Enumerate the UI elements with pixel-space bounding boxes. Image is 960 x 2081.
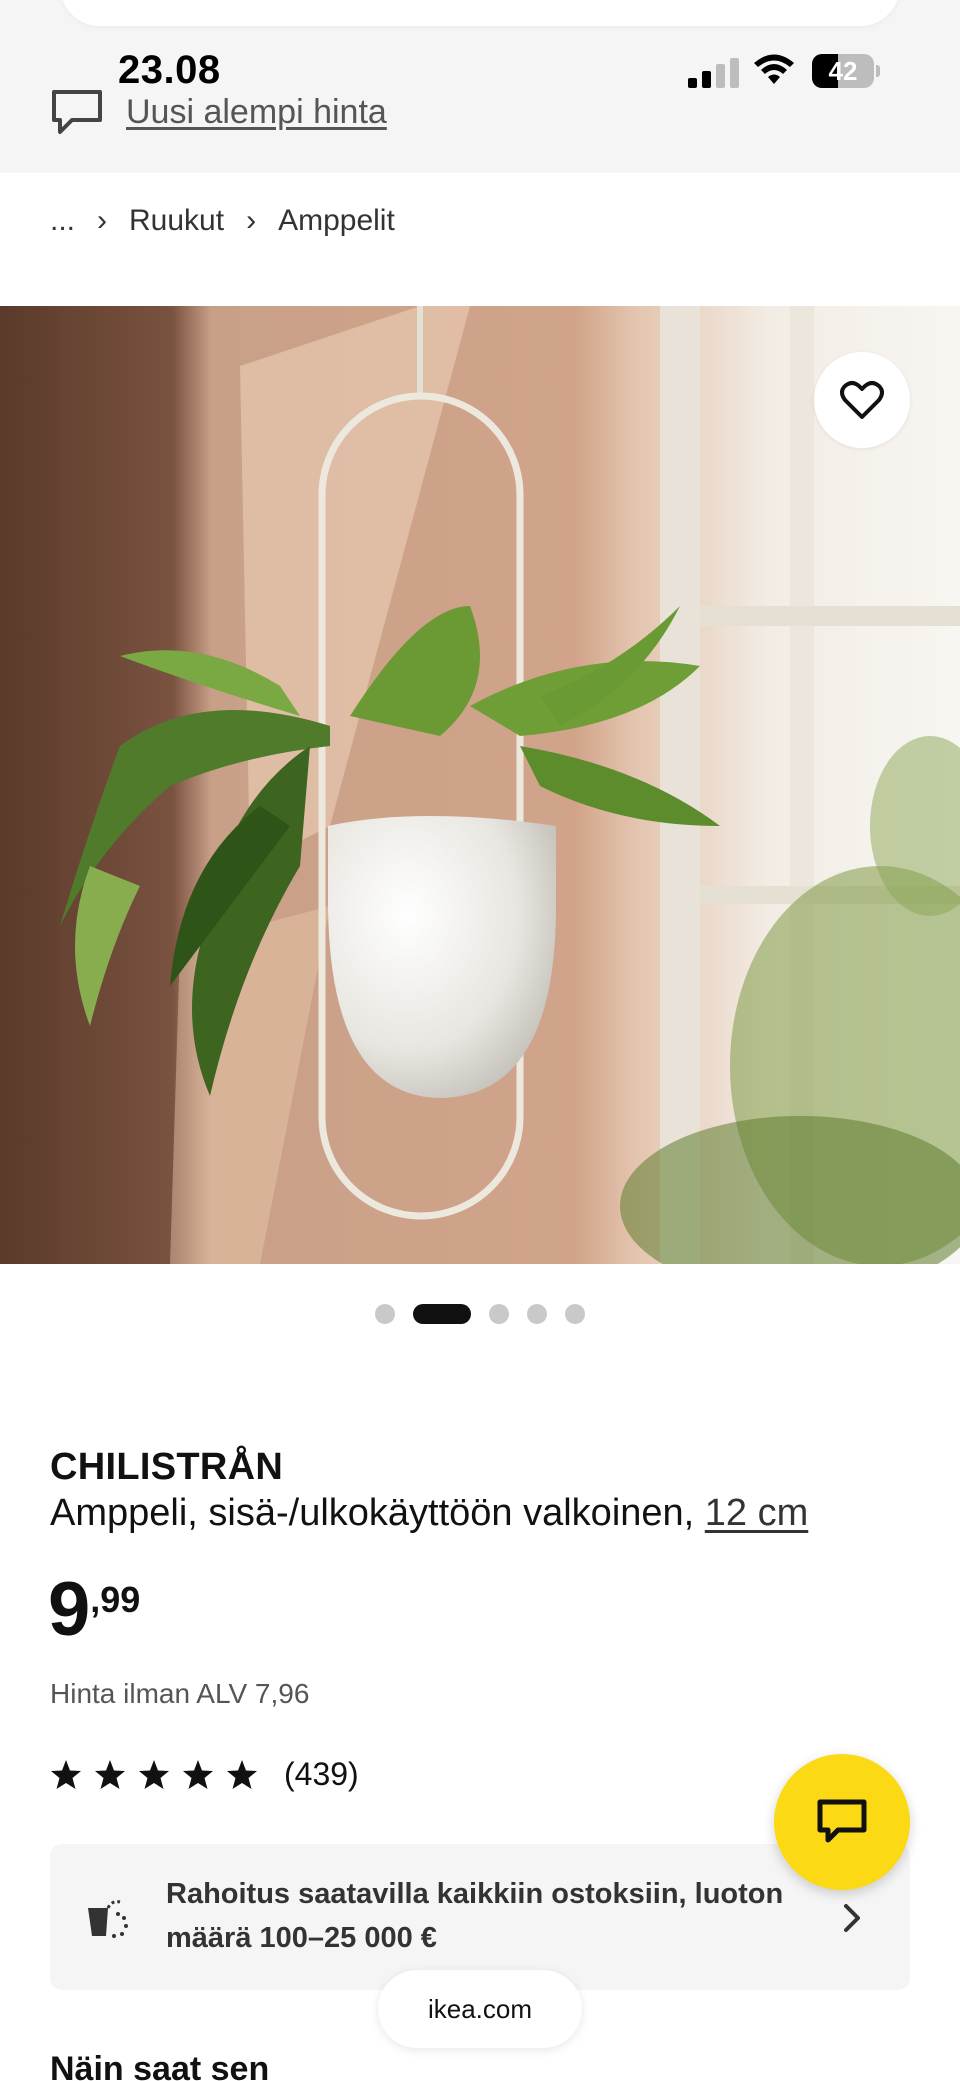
- product-photo: [0, 306, 960, 1264]
- star-icon: [227, 1759, 257, 1789]
- status-time: 23.08: [118, 48, 221, 92]
- pagination-dot[interactable]: [489, 1304, 509, 1324]
- breadcrumb-item-ruukut[interactable]: Ruukut: [129, 204, 224, 238]
- rating-row[interactable]: (439): [50, 1756, 359, 1793]
- lower-price-link[interactable]: Uusi alempi hinta: [126, 93, 387, 132]
- chat-bubble-icon: [52, 90, 102, 134]
- financing-banner[interactable]: Rahoitus saatavilla kaikkiin ostoksiin, …: [50, 1844, 910, 1990]
- favorite-button[interactable]: [814, 352, 910, 448]
- star-icon: [95, 1759, 125, 1789]
- product-description: Amppeli, sisä-/ulkokäyttöön valkoinen, 1…: [50, 1492, 808, 1535]
- image-pagination: [0, 1304, 960, 1324]
- product-size-link[interactable]: 12 cm: [705, 1492, 808, 1534]
- credit-cart-icon: [88, 1900, 128, 1938]
- price-without-vat: Hinta ilman ALV 7,96: [50, 1678, 310, 1709]
- battery-percent: 42: [828, 56, 858, 86]
- chat-icon: [817, 1799, 867, 1843]
- product-price: 9 ,99: [48, 1572, 140, 1648]
- star-icon: [183, 1759, 213, 1789]
- product-image[interactable]: [0, 306, 960, 1264]
- star-icon: [139, 1759, 169, 1789]
- pagination-dot[interactable]: [527, 1304, 547, 1324]
- lower-price-row: Uusi alempi hinta: [50, 88, 387, 136]
- browser-top-pill: [60, 0, 900, 26]
- wifi-icon: [754, 54, 794, 84]
- browser-url-bar[interactable]: ikea.com: [378, 1970, 582, 2048]
- chevron-right-icon: [844, 1904, 860, 1932]
- breadcrumb-item-ellipsis[interactable]: ...: [50, 204, 75, 238]
- product-name: CHILISTRÅN: [50, 1446, 284, 1488]
- chevron-right-icon: ›: [246, 204, 257, 237]
- pagination-dot[interactable]: [565, 1304, 585, 1324]
- product-description-text: Amppeli, sisä-/ulkokäyttöön valkoinen,: [50, 1492, 705, 1534]
- chat-button[interactable]: [774, 1754, 910, 1890]
- pagination-dot[interactable]: [375, 1304, 395, 1324]
- price-integer: 9: [48, 1567, 91, 1652]
- delivery-section-heading: Näin saat sen: [50, 2050, 270, 2081]
- battery-icon: 42: [812, 54, 880, 88]
- breadcrumb-item-amppelit[interactable]: Amppelit: [278, 204, 395, 238]
- heart-icon: [840, 381, 884, 419]
- pagination-dot[interactable]: [413, 1304, 471, 1324]
- review-count[interactable]: (439): [284, 1756, 359, 1793]
- price-decimal: ,99: [90, 1579, 141, 1620]
- signal-icon: [688, 58, 739, 88]
- star-icon: [51, 1759, 81, 1789]
- rating-stars: [50, 1759, 270, 1791]
- financing-text: Rahoitus saatavilla kaikkiin ostoksiin, …: [166, 1878, 784, 1954]
- breadcrumb: ... › Ruukut › Amppelit: [50, 204, 395, 238]
- chevron-right-icon: ›: [97, 204, 108, 237]
